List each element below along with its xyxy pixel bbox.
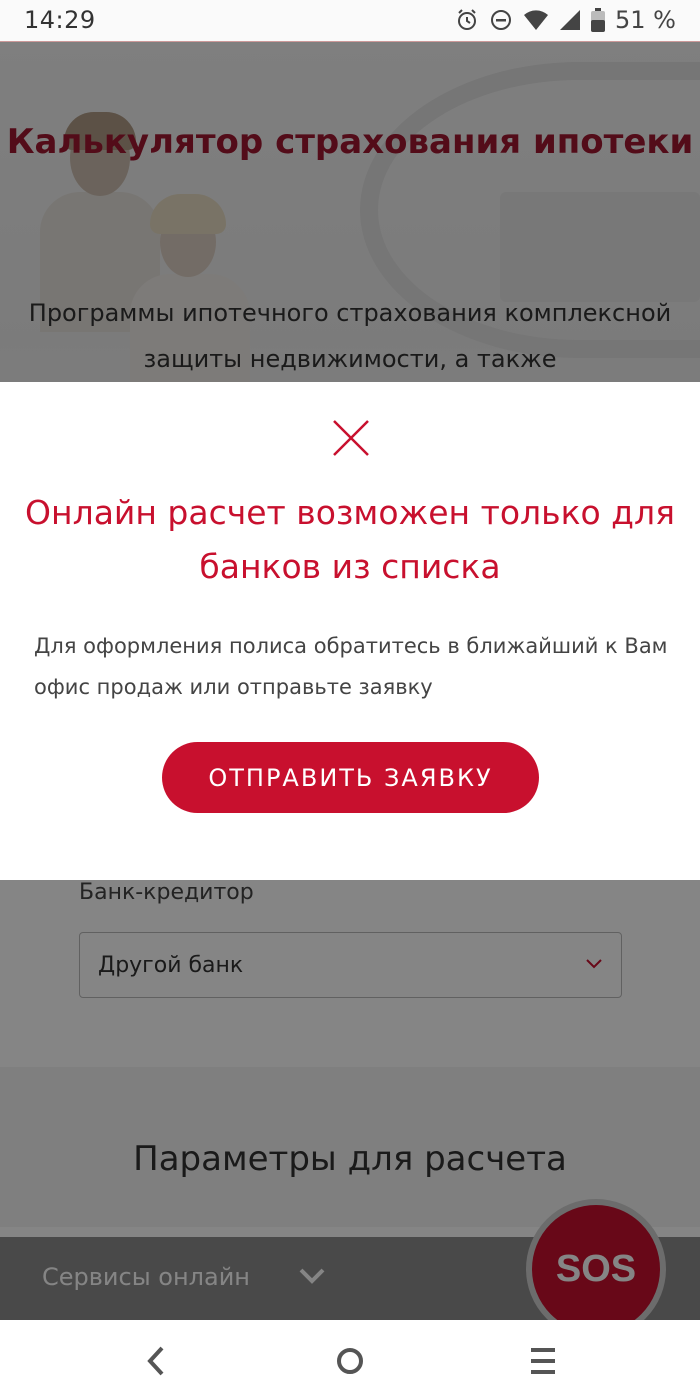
- battery-percent: 51 %: [615, 6, 676, 34]
- home-icon[interactable]: [330, 1344, 370, 1378]
- status-time: 14:29: [24, 6, 96, 34]
- send-request-button[interactable]: ОТПРАВИТЬ ЗАЯВКУ: [162, 742, 539, 813]
- status-icons: 51 %: [455, 6, 676, 34]
- battery-icon: [591, 8, 606, 32]
- modal-text: Для оформления полиса обратитесь в ближа…: [34, 634, 668, 699]
- recents-icon[interactable]: [523, 1344, 563, 1378]
- modal-dialog: Онлайн расчет возможен только для банков…: [0, 382, 700, 880]
- status-bar: 14:29 51 %: [0, 0, 700, 42]
- back-icon[interactable]: [138, 1344, 178, 1378]
- wifi-icon: [523, 9, 549, 31]
- alarm-icon: [455, 8, 479, 32]
- modal-title: Онлайн расчет возможен только для банков…: [25, 493, 675, 586]
- do-not-disturb-icon: [489, 8, 513, 32]
- navigation-bar: [0, 1320, 700, 1400]
- close-icon[interactable]: [331, 418, 371, 458]
- signal-icon: [559, 9, 581, 31]
